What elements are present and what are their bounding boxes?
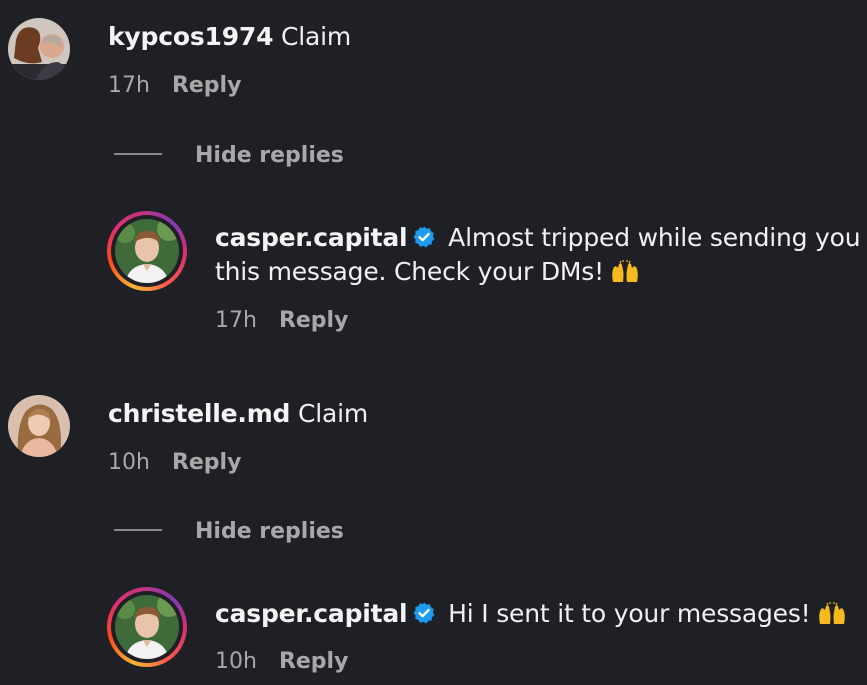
comment-timestamp[interactable]: 17h bbox=[108, 73, 150, 98]
reply-button[interactable]: Reply bbox=[172, 73, 242, 98]
reply-button[interactable]: Reply bbox=[279, 649, 349, 674]
replies-divider bbox=[114, 529, 162, 531]
hide-replies-button[interactable]: Hide replies bbox=[114, 518, 344, 546]
hide-replies-label: Hide replies bbox=[195, 143, 344, 168]
comment-text: Claim bbox=[290, 399, 369, 428]
comment-username[interactable]: christelle.md bbox=[108, 399, 290, 428]
reply-text-line1: Hi I sent it to your messages! bbox=[440, 599, 811, 628]
hide-replies-button[interactable]: Hide replies bbox=[114, 142, 344, 170]
reply-timestamp[interactable]: 10h bbox=[215, 649, 257, 674]
reply-username[interactable]: casper.capital bbox=[215, 599, 408, 628]
story-ring-avatar[interactable] bbox=[107, 211, 187, 291]
reply-timestamp[interactable]: 17h bbox=[215, 308, 257, 333]
raising-hands-emoji-icon bbox=[818, 602, 845, 624]
user-avatar bbox=[115, 595, 179, 659]
reply-username[interactable]: casper.capital bbox=[215, 223, 408, 252]
verified-badge-icon bbox=[413, 226, 435, 248]
replies-divider bbox=[114, 153, 162, 155]
verified-badge-icon bbox=[413, 602, 435, 624]
hide-replies-label: Hide replies bbox=[195, 519, 344, 544]
comment-text: Claim bbox=[273, 22, 352, 51]
reply-button[interactable]: Reply bbox=[172, 450, 242, 475]
story-ring-avatar[interactable] bbox=[107, 587, 187, 667]
raising-hands-emoji-icon bbox=[612, 260, 638, 282]
user-avatar[interactable] bbox=[8, 18, 70, 80]
comment-timestamp[interactable]: 10h bbox=[108, 450, 150, 475]
reply-text-line2: this message. Check your DMs! bbox=[215, 257, 604, 286]
reply-text-line1: Almost tripped while sending you bbox=[440, 223, 861, 252]
comment-username[interactable]: kypcos1974 bbox=[108, 22, 273, 51]
user-avatar[interactable] bbox=[8, 395, 70, 457]
reply-button[interactable]: Reply bbox=[279, 308, 349, 333]
user-avatar bbox=[115, 219, 179, 283]
